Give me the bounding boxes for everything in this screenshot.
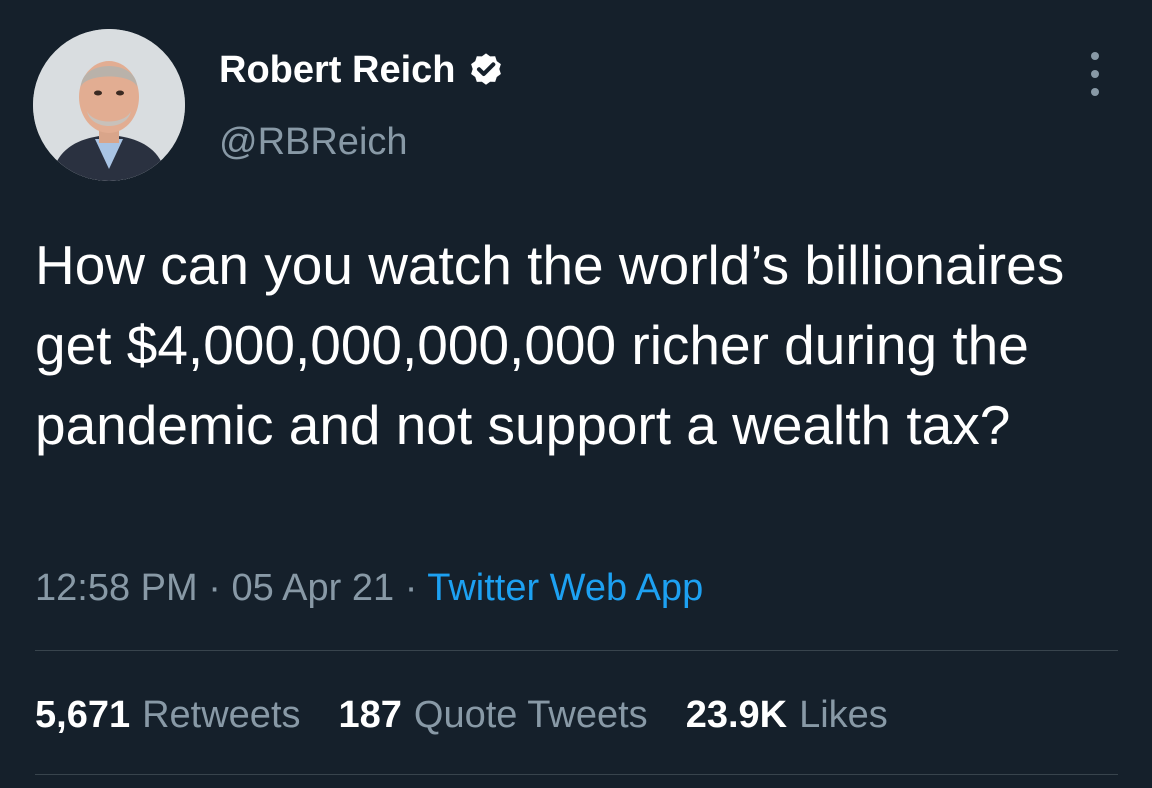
- more-dot: [1091, 70, 1099, 78]
- likes-label: Likes: [799, 694, 888, 736]
- more-dot: [1091, 52, 1099, 60]
- user-handle[interactable]: @RBReich: [219, 118, 408, 166]
- tweet-time[interactable]: 12:58 PM: [35, 567, 198, 609]
- likes-stat[interactable]: 23.9K Likes: [686, 690, 888, 740]
- display-name-text: Robert Reich: [219, 49, 456, 91]
- meta-separator: ·: [404, 567, 428, 609]
- engagement-stats: 5,671 Retweets 187 Quote Tweets 23.9K Likes: [35, 690, 926, 740]
- more-options-icon[interactable]: [1080, 52, 1110, 96]
- divider: [35, 650, 1118, 651]
- divider: [35, 774, 1118, 775]
- retweets-stat[interactable]: 5,671 Retweets: [35, 690, 301, 740]
- quote-tweets-count: 187: [338, 694, 402, 736]
- retweets-count: 5,671: [35, 694, 131, 736]
- tweet-meta: 12:58 PM · 05 Apr 21 · Twitter Web App: [35, 563, 703, 613]
- verified-badge-icon: [467, 51, 505, 89]
- quote-tweets-stat[interactable]: 187 Quote Tweets: [339, 690, 648, 740]
- likes-count: 23.9K: [685, 694, 788, 736]
- avatar[interactable]: [33, 29, 185, 181]
- display-name[interactable]: Robert Reich: [219, 46, 505, 94]
- more-dot: [1091, 88, 1099, 96]
- tweet-source-link[interactable]: Twitter Web App: [427, 567, 703, 609]
- quote-tweets-label: Quote Tweets: [413, 694, 648, 736]
- tweet-date[interactable]: 05 Apr 21: [231, 567, 394, 609]
- avatar-photo: [33, 29, 185, 181]
- tweet-text: How can you watch the world’s billionair…: [35, 234, 1065, 456]
- meta-separator: ·: [208, 567, 232, 609]
- retweets-label: Retweets: [142, 694, 301, 736]
- tweet-detail: Robert Reich @RBReich How can you watch …: [0, 0, 1152, 788]
